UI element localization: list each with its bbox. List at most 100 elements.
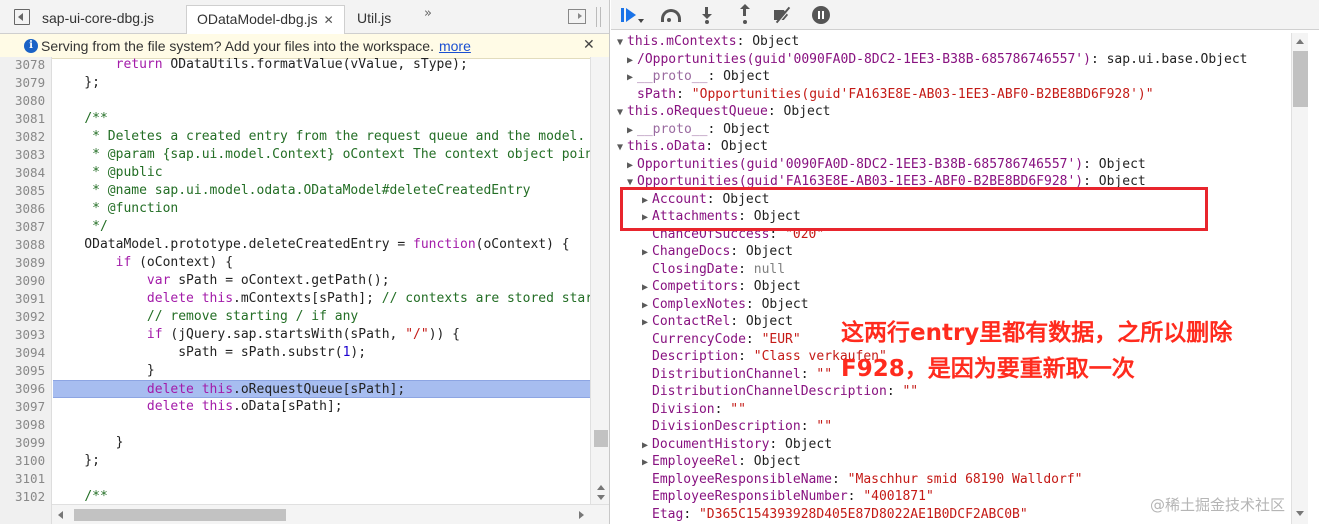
scope-property-row[interactable]: ▶ Opportunities(guid'0090FA0D-8DC2-1EE3-B…	[627, 156, 1146, 174]
close-tab-icon[interactable]: ✕	[324, 13, 334, 27]
infobar-text: Serving from the file system? Add your f…	[41, 38, 434, 54]
code-editor[interactable]: 3078 3079 3080 3081 3082 3083 3084 3085 3086 3087…	[0, 57, 590, 504]
line-number[interactable]: 3091	[0, 290, 52, 308]
line-number[interactable]: 3086	[0, 200, 52, 218]
expand-triangle-icon[interactable]: ▶	[627, 69, 637, 87]
code-line: delete this.oData[sPath];	[146, 399, 343, 414]
line-number[interactable]: 3087	[0, 218, 52, 236]
collapse-triangle-icon[interactable]: ▼	[617, 34, 627, 52]
line-number[interactable]: 3089	[0, 254, 52, 272]
line-number[interactable]: 3095	[0, 362, 52, 380]
debugger-toolbar	[611, 0, 1319, 30]
expand-triangle-icon[interactable]: ▶	[642, 314, 652, 332]
line-number[interactable]: 3092	[0, 308, 52, 326]
annotation-line-2: F928，是因为要重新取一次	[841, 356, 1135, 382]
property-text: this.mContexts: Object	[627, 34, 800, 49]
line-number[interactable]: 3079	[0, 74, 52, 92]
annotation-text: 这两行entry里都有数据，之所以删除 F928，是因为要重新取一次	[841, 315, 1291, 387]
scope-property-row[interactable]: ▼ this.oRequestQueue: Object	[617, 103, 831, 121]
tab-label: Util.js	[357, 10, 392, 26]
line-number[interactable]: 3094	[0, 344, 52, 362]
scrollbar-thumb[interactable]	[74, 509, 286, 521]
scroll-up-icon[interactable]	[1296, 39, 1304, 44]
property-text: DocumentHistory: Object	[652, 436, 833, 452]
line-number[interactable]: 3098	[0, 416, 52, 434]
line-number[interactable]: 3081	[0, 110, 52, 128]
property-text: Etag: "D365C154393928D405E87D8022AE1B0DC…	[652, 506, 1028, 522]
watch-expressions-panel: ▼ this.mContexts: Object ▶/Opportunities(g…	[611, 33, 1291, 524]
editor-horizontal-scrollbar[interactable]	[52, 504, 609, 524]
pause-on-exceptions-icon[interactable]	[811, 6, 831, 24]
line-number[interactable]: 3078	[0, 57, 52, 74]
line-number[interactable]: 3090	[0, 272, 52, 290]
line-number[interactable]: 3102	[0, 488, 52, 504]
scope-property-row[interactable]: ▶/Opportunities(guid'0090FA0D-8DC2-1EE3-…	[627, 51, 1248, 69]
expand-triangle-icon[interactable]: ▶	[642, 279, 652, 297]
expand-triangle-icon[interactable]: ▶	[642, 244, 652, 262]
line-number[interactable]: 3099	[0, 434, 52, 452]
more-link[interactable]: more	[439, 38, 471, 54]
step-over-icon[interactable]	[659, 6, 681, 24]
deactivate-breakpoints-icon[interactable]	[773, 6, 793, 24]
line-number[interactable]: 3080	[0, 92, 52, 110]
scope-property-row[interactable]: ▶ ChangeDocs: Object	[642, 243, 793, 261]
scope-property-row[interactable]: ▼ this.oData: Object	[617, 138, 768, 156]
tab-sap-ui-core-dbg[interactable]: sap-ui-core-dbg.js	[32, 5, 164, 34]
line-number[interactable]: 3082	[0, 128, 52, 146]
line-number[interactable]: 3101	[0, 470, 52, 488]
toggle-navigator-icon[interactable]	[14, 9, 30, 25]
step-out-icon[interactable]	[735, 4, 755, 24]
scope-property-row[interactable]: ▶ __proto__: Object	[627, 68, 770, 86]
expand-triangle-icon[interactable]: ▶	[642, 437, 652, 455]
resume-dropdown-icon[interactable]	[638, 19, 644, 23]
scroll-left-icon[interactable]	[58, 511, 63, 519]
expand-triangle-icon[interactable]: ▶	[642, 454, 652, 472]
collapse-triangle-icon[interactable]: ▼	[617, 104, 627, 122]
line-number[interactable]: 3096	[0, 380, 52, 398]
line-number[interactable]: 3083	[0, 146, 52, 164]
scope-property-row[interactable]: ▶ DocumentHistory: Object	[642, 436, 832, 454]
scroll-down-icon[interactable]	[597, 495, 605, 500]
scope-property-row[interactable]: ▶ __proto__: Object	[627, 121, 770, 139]
expand-triangle-icon[interactable]: ▶	[627, 122, 637, 140]
scope-property-row[interactable]: ▶ EmployeeRel: Object	[642, 453, 801, 471]
line-number[interactable]: 3085	[0, 182, 52, 200]
expand-triangle-icon[interactable]: ▶	[627, 52, 637, 70]
resume-icon[interactable]	[621, 6, 644, 24]
code-line: // remove starting / if any	[146, 309, 359, 324]
tab-label: sap-ui-core-dbg.js	[42, 10, 155, 26]
expand-triangle-icon[interactable]: ▶	[627, 157, 637, 175]
property-text: sPath: "Opportunities(guid'FA163E8E-AB03…	[637, 86, 1154, 102]
editor-vertical-scrollbar[interactable]	[590, 57, 609, 504]
step-into-icon[interactable]	[697, 6, 717, 24]
scope-property-row: EmployeeResponsibleName: "Maschhur smid …	[642, 471, 1082, 489]
scope-property-row: Division: ""	[642, 401, 746, 419]
code-line: };	[53, 75, 100, 90]
scope-property-row[interactable]: ▶ ComplexNotes: Object	[642, 296, 809, 314]
line-number[interactable]: 3097	[0, 398, 52, 416]
more-tabs-icon[interactable]: »	[424, 6, 432, 21]
scope-property-row[interactable]: ▼ this.mContexts: Object	[617, 33, 799, 51]
toggle-debugger-icon[interactable]	[568, 9, 586, 24]
scroll-down-icon[interactable]	[1296, 511, 1304, 516]
expand-triangle-icon[interactable]: ▶	[642, 297, 652, 315]
scroll-right-icon[interactable]	[579, 511, 584, 519]
scrollbar-thumb[interactable]	[594, 430, 608, 447]
line-number[interactable]: 3100	[0, 452, 52, 470]
scroll-up-icon[interactable]	[597, 485, 605, 490]
line-number[interactable]: 3084	[0, 164, 52, 182]
scrollbar-thumb[interactable]	[1293, 51, 1308, 107]
code-line: ODataModel.prototype.deleteCreatedEntry …	[53, 237, 570, 252]
tab-util[interactable]: Util.js	[347, 5, 401, 34]
tab-odatamodel-dbg[interactable]: ODataModel-dbg.js ✕	[186, 5, 345, 34]
line-number[interactable]: 3088	[0, 236, 52, 254]
scope-property-row[interactable]: ▶ Competitors: Object	[642, 278, 801, 296]
arrow-tip	[740, 4, 750, 9]
line-number[interactable]: 3093	[0, 326, 52, 344]
line-number-gutter[interactable]: 3078 3079 3080 3081 3082 3083 3084 3085 3086 3087…	[0, 57, 52, 504]
code-line: * Deletes a created entry from the reque…	[53, 129, 586, 144]
close-infobar-icon[interactable]: ✕	[583, 36, 595, 53]
collapse-triangle-icon[interactable]: ▼	[617, 139, 627, 157]
scope-property-row[interactable]: ▶ ContactRel: Object	[642, 313, 793, 331]
